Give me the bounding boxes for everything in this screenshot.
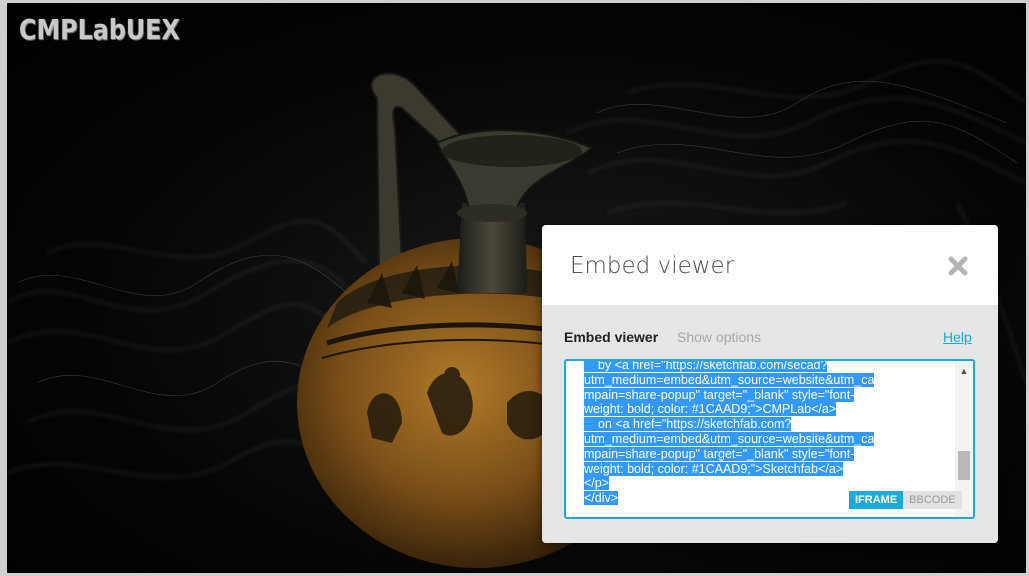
modal-title: Embed viewer — [570, 253, 735, 279]
code-line: </p> — [584, 476, 610, 491]
code-line: by <a href="https://sketchfab.com/secad? — [584, 359, 828, 372]
code-line: weight: bold; color: #1CAAD9;">CMPLab</a… — [584, 402, 837, 417]
modal-body: Embed viewer Show options Help by <a hre… — [542, 305, 998, 543]
close-icon[interactable] — [942, 252, 974, 280]
show-options-link[interactable]: Show options — [677, 329, 761, 345]
code-line: weight: bold; color: #1CAAD9;">Sketchfab… — [584, 461, 844, 476]
brand-logo: CMPLabUEX — [19, 13, 180, 46]
embed-code-textarea[interactable]: by <a href="https://sketchfab.com/secad?… — [564, 359, 975, 519]
code-line: utm_medium=embed&utm_source=website&utm_… — [584, 372, 875, 387]
code-line: utm_medium=embed&utm_source=website&utm_… — [584, 431, 875, 446]
bbcode-button[interactable]: BBCODE — [903, 491, 962, 509]
scroll-thumb[interactable] — [958, 451, 970, 480]
format-toggle: IFRAME BBCODE — [849, 491, 962, 509]
modal-header: Embed viewer — [542, 225, 998, 305]
embed-viewer-label: Embed viewer — [564, 329, 659, 345]
help-link[interactable]: Help — [943, 329, 972, 345]
embed-code: by <a href="https://sketchfab.com/secad?… — [584, 359, 956, 506]
code-line: mpain=share-popup" target="_blank" style… — [584, 387, 855, 402]
code-line: mpain=share-popup" target="_blank" style… — [584, 446, 855, 461]
code-line: on <a href="https://sketchfab.com? — [584, 417, 792, 432]
scroll-up-icon[interactable]: ▲ — [955, 365, 973, 377]
embed-modal: Embed viewer Embed viewer Show options H… — [542, 225, 998, 543]
iframe-button[interactable]: IFRAME — [849, 491, 904, 509]
code-line: </div> — [584, 491, 619, 506]
